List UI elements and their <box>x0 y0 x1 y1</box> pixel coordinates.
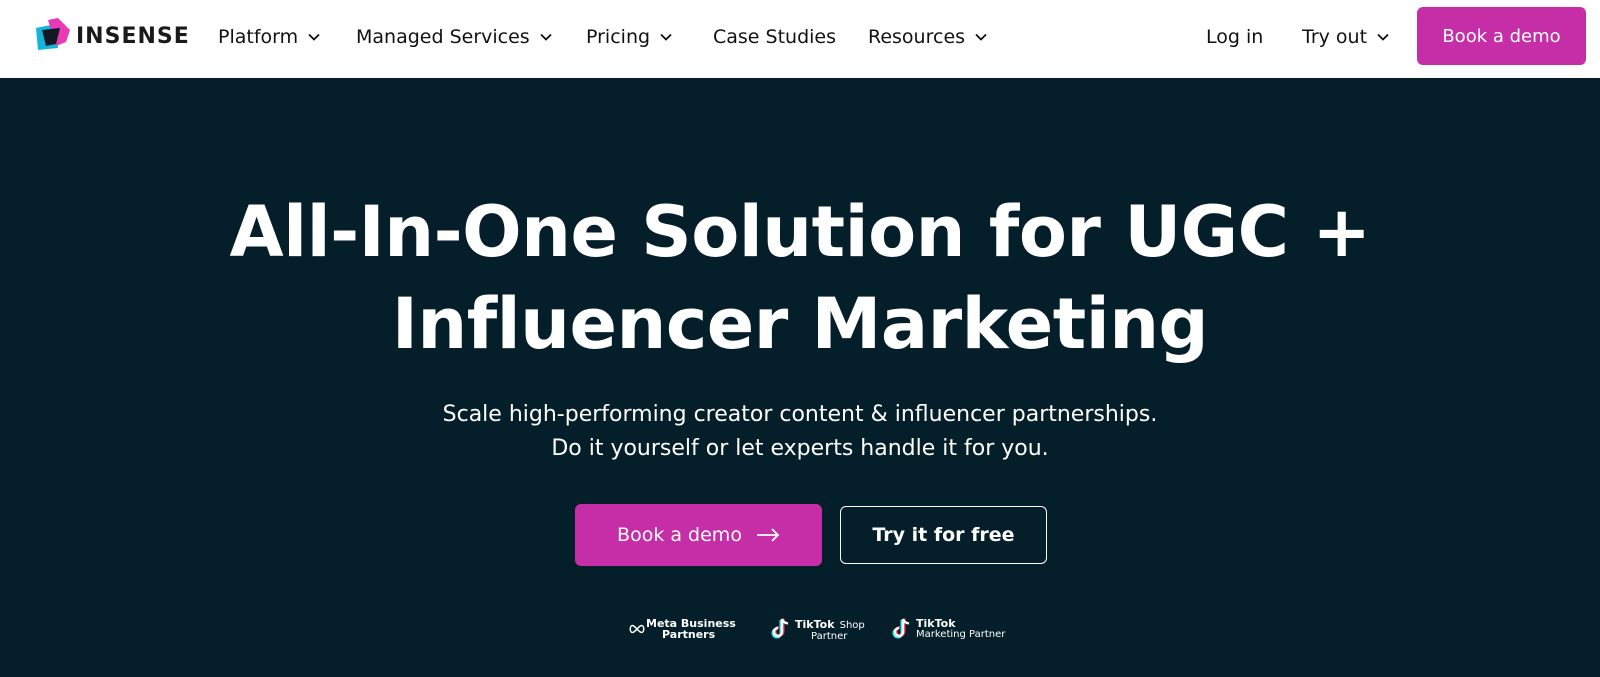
arrow-right-icon <box>756 528 780 542</box>
top-navigation-bar: INSENSE Platform Managed Services Pricin… <box>0 0 1600 78</box>
nav-platform[interactable]: Platform <box>218 22 320 52</box>
try-free-button[interactable]: Try it for free <box>840 506 1047 564</box>
hero-subtitle-line1: Scale high-performing creator content & … <box>442 402 1158 427</box>
nav-managed-services[interactable]: Managed Services <box>356 22 552 52</box>
book-demo-hero-button[interactable]: Book a demo <box>575 504 822 566</box>
hero-title: All-In-One Solution for UGC + Influencer… <box>0 186 1600 370</box>
login-link[interactable]: Log in <box>1206 22 1263 52</box>
nav-pricing[interactable]: Pricing <box>586 22 672 52</box>
chevron-down-icon <box>975 33 987 41</box>
logo-wordmark: INSENSE <box>76 23 190 49</box>
tiktok-shop-suffix: Shop <box>839 619 865 631</box>
try-out-menu[interactable]: Try out <box>1302 22 1389 52</box>
meta-badge-line2: Partners <box>662 628 716 641</box>
meta-infinity-icon <box>629 624 645 634</box>
tiktok-icon <box>892 618 910 639</box>
try-free-label: Try it for free <box>872 524 1015 546</box>
book-demo-header-label: Book a demo <box>1442 25 1561 47</box>
book-demo-hero-label: Book a demo <box>617 524 742 546</box>
chevron-down-icon <box>660 33 672 41</box>
chevron-down-icon <box>308 33 320 41</box>
nav-resources[interactable]: Resources <box>868 22 987 52</box>
insense-logo-icon <box>36 18 70 50</box>
nav-case-studies[interactable]: Case Studies <box>713 22 836 52</box>
hero-title-line2: Influencer Marketing <box>391 283 1209 365</box>
nav-pricing-label: Pricing <box>586 26 651 48</box>
tiktok-marketing-line2: Marketing Partner <box>916 629 1006 640</box>
hero-subtitle: Scale high-performing creator content & … <box>0 398 1600 466</box>
login-label: Log in <box>1206 26 1264 48</box>
nav-managed-services-label: Managed Services <box>356 26 530 48</box>
tiktok-shop-brand: TikTok <box>795 617 835 631</box>
tiktok-icon <box>771 618 789 639</box>
tiktok-marketing-brand: TikTok <box>916 617 956 630</box>
nav-case-studies-label: Case Studies <box>713 26 837 48</box>
try-out-label: Try out <box>1302 26 1368 48</box>
tiktok-shop-line2: Partner <box>811 630 848 642</box>
tiktok-shop-partner-badge: TikTok Shop Partner <box>771 614 865 644</box>
insense-logo[interactable]: INSENSE <box>34 18 190 54</box>
nav-platform-label: Platform <box>218 26 299 48</box>
book-demo-header-button[interactable]: Book a demo <box>1417 7 1586 65</box>
hero-subtitle-line2: Do it yourself or let experts handle it … <box>551 436 1049 461</box>
nav-resources-label: Resources <box>868 26 966 48</box>
meta-business-partners-badge: Meta Business Partners <box>628 614 736 644</box>
hero-title-line1: All-In-One Solution for UGC + <box>229 191 1371 273</box>
tiktok-marketing-partner-badge: TikTok Marketing Partner <box>892 614 1005 644</box>
chevron-down-icon <box>540 33 552 41</box>
chevron-down-icon <box>1377 33 1389 41</box>
